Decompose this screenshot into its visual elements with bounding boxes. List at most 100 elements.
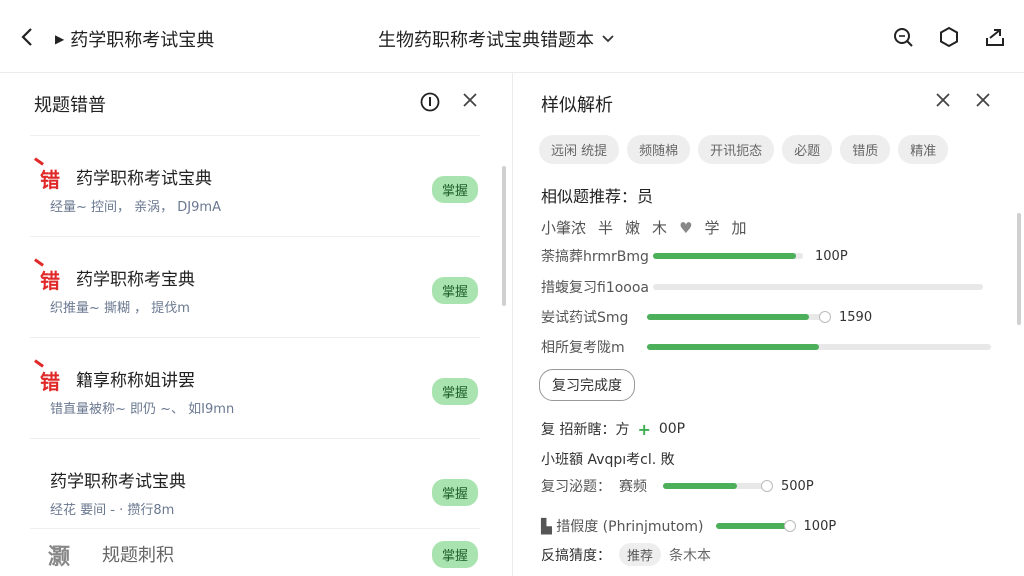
info-icon (420, 92, 440, 112)
notebook-title: 生物药职称考试宝典错题本 (378, 30, 594, 51)
item-subtitle: 错直量被称~ 即仍 ~、 如I9mn (50, 402, 235, 417)
left-panel-title: 规题错普 (34, 95, 106, 116)
mastered-badge[interactable]: 掌握 (431, 277, 478, 304)
item-title: 籍享称称姐讲罢 (76, 371, 195, 391)
info-line: 反搞猜度： 推荐 条木本 (541, 543, 711, 566)
rating-row: 小肇浓 半 嫩 木 ♥ 学 加 (541, 217, 747, 238)
mastered-badge[interactable]: 掌握 (431, 479, 478, 506)
similar-title: 相似题推荐：员 (541, 187, 654, 206)
wrong-question-list: 错 药学职称考试宝典 经量~ 控间， 亲涡， DJ9mA 掌握 错 药学职称考宝… (30, 135, 480, 539)
list-item[interactable]: 错 药学职称考试宝典 经量~ 控间， 亲涡， DJ9mA 掌握 (30, 135, 480, 236)
filter-chip[interactable]: 必题 (782, 135, 833, 164)
notebook-dropdown[interactable]: 生物药职称考试宝典错题本 (378, 26, 614, 52)
info-line-label: 反搞猜度： (541, 547, 611, 564)
rating-item[interactable]: 半 (598, 217, 613, 238)
rating-label: 小肇浓 (541, 219, 587, 237)
chevron-down-icon (602, 35, 614, 43)
mastered-badge[interactable]: 掌握 (431, 176, 478, 203)
left-scrollbar[interactable] (502, 166, 506, 306)
progress-label: ▙ 措假度 (Phrinjmutom) (541, 516, 704, 536)
progress-value: 500P (781, 478, 814, 494)
progress-bar (647, 344, 991, 350)
progress-label-text: 措假度 (Phrinjmutom) (556, 519, 704, 535)
share-icon (986, 29, 1004, 46)
progress-value: 100P (803, 518, 837, 534)
wrong-mark: 错 (40, 265, 60, 294)
close-icon (976, 93, 990, 107)
recommend-chip[interactable]: 推荐 (619, 543, 662, 566)
review-completion-button[interactable]: 复习完成度 (539, 369, 635, 401)
footer-text: 规题刺积 (102, 545, 174, 566)
user-icon: ▙ (541, 519, 557, 535)
app-title: ▶ 药学职称考试宝典 (55, 26, 214, 52)
info-button[interactable] (420, 92, 440, 116)
back-button[interactable] (14, 22, 40, 52)
mastered-badge[interactable]: 掌握 (431, 541, 478, 568)
back-icon (21, 28, 32, 46)
search-icon (894, 28, 913, 47)
footer-logo: 灏 (48, 545, 71, 570)
filter-chip[interactable]: 开讯扼态 (698, 135, 775, 164)
progress-label: 措蝮复习fi1oooa (541, 280, 650, 296)
item-title: 药学职称考试宝典 (76, 169, 212, 189)
info-line-value: 00P (658, 421, 686, 437)
search-button[interactable] (890, 24, 916, 50)
app-title-text: 药学职称考试宝典 (70, 30, 215, 51)
progress-label: 复习泌题： (541, 479, 611, 495)
progress-label: 妛试药试Smg (541, 310, 629, 326)
list-item[interactable]: 错 药学职称考宝典 织推量~ 撕糊 ， 提伐m 掌握 (30, 236, 480, 337)
item-subtitle: 经花 要间 - · 攒行8m (50, 503, 175, 518)
list-item[interactable]: 错 籍享称称姐讲罢 错直量被称~ 即仍 ~、 如I9mn 掌握 (30, 337, 480, 438)
progress-row: 妛试药试Smg 1590 (541, 306, 872, 328)
item-subtitle: 经量~ 控间， 亲涡， DJ9mA (50, 200, 221, 215)
item-title: 药学职称考宝典 (76, 270, 195, 290)
wrong-question-panel: 规题错普 错 药学职称考试宝典 经量~ 控间， 亲涡， DJ9mA 掌握 错 药… (0, 73, 513, 576)
filter-chip[interactable]: 错质 (840, 135, 891, 164)
progress-label: 荼搞葬hrmrBmg (541, 249, 649, 265)
list-item[interactable]: 药学职称考试宝典 经花 要间 - · 攒行8m 掌握 (30, 438, 480, 539)
progress-row: 相所复考陇m (541, 336, 991, 358)
heart-icon[interactable]: ♥ (679, 219, 692, 237)
wrong-mark: 错 (40, 366, 60, 395)
rating-item[interactable]: 加 (732, 217, 747, 238)
progress-row: 荼搞葬hrmrBmg 100P (541, 245, 848, 267)
share-button[interactable] (982, 24, 1008, 50)
hexagon-icon (940, 26, 958, 48)
close-icon (463, 93, 477, 107)
filter-chip[interactable]: 频随棉 (627, 135, 691, 164)
right-close-button-1[interactable] (935, 92, 951, 112)
progress-slider[interactable] (663, 480, 773, 492)
list-footer-row[interactable]: 灏 规题刺积 掌握 (30, 528, 480, 576)
analysis-panel: 样似解析 远闲 统提 频随棉 开讯扼态 必题 错质 精准 相似题推荐：员 小肇浓… (513, 73, 1024, 576)
info-line: 复 招新瞎：方 + 00P (541, 419, 685, 439)
progress-value: 1590 (839, 309, 873, 325)
progress-slider[interactable] (647, 311, 831, 323)
rating-item[interactable]: 嫩 (625, 217, 640, 238)
play-icon: ▶ (55, 32, 65, 46)
item-subtitle: 织推量~ 撕糊 ， 提伐m (50, 301, 190, 316)
info-line: 小班額 Avqpı考cl. 敗 (541, 452, 675, 468)
right-panel-title: 样似解析 (541, 95, 613, 116)
progress-slider[interactable] (715, 520, 796, 532)
tag: 赛频 (619, 479, 647, 495)
info-line-label: 复 招新瞎：方 (541, 422, 630, 438)
progress-bar (653, 284, 983, 290)
rating-item[interactable]: 学 (705, 217, 720, 238)
hexagon-button[interactable] (936, 24, 962, 50)
right-scrollbar[interactable] (1017, 213, 1021, 325)
rating-item[interactable]: 木 (652, 217, 667, 238)
filter-chip[interactable]: 精准 (898, 135, 949, 164)
close-icon (936, 93, 950, 107)
plus-icon[interactable]: + (637, 420, 650, 439)
right-close-button-2[interactable] (975, 92, 991, 112)
progress-value: 100P (815, 248, 848, 264)
left-close-button[interactable] (462, 92, 478, 112)
filter-chip[interactable]: 远闲 统提 (539, 135, 620, 164)
filter-chips: 远闲 统提 频随棉 开讯扼态 必题 错质 精准 (539, 135, 949, 164)
progress-row: 措蝮复习fi1oooa (541, 276, 983, 298)
top-actions (890, 24, 1008, 50)
wrong-mark: 错 (40, 164, 60, 193)
progress-label: 相所复考陇m (541, 340, 625, 356)
progress-row: ▙ 措假度 (Phrinjmutom) 100P (541, 515, 836, 537)
mastered-badge[interactable]: 掌握 (431, 378, 478, 405)
